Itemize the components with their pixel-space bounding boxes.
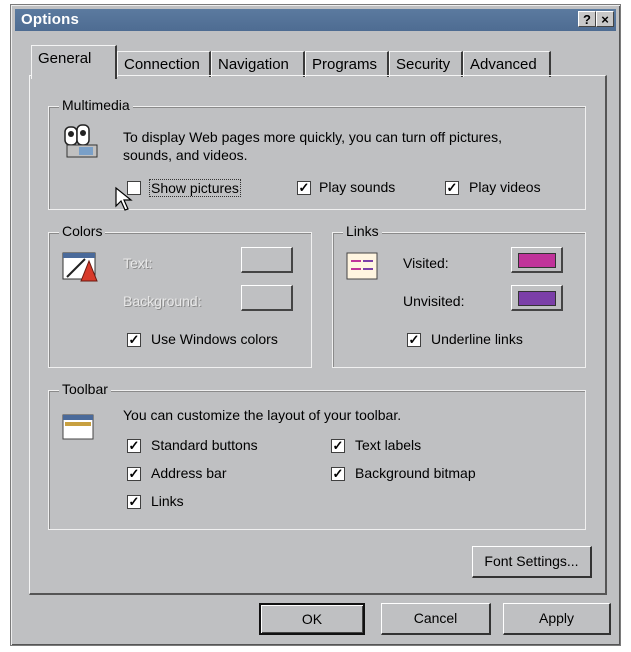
multimedia-icon [64,124,98,158]
toolbar-description: You can customize the layout of your too… [123,407,402,423]
tab-connection[interactable]: Connection [117,51,211,77]
text-labels-label[interactable]: Text labels [355,437,421,453]
links-group-label: Links [343,223,382,239]
underline-links-label[interactable]: Underline links [431,331,523,347]
visited-label: Visited: [403,255,449,271]
links-icon [346,252,378,280]
mouse-pointer-icon [115,186,133,211]
underline-links-checkbox[interactable] [407,333,421,347]
toolbar-group: Toolbar You can customize the layout of … [48,381,586,530]
background-color-label: Background: [123,293,202,309]
links-group: Links Visited: Unvisited: Underline link… [332,223,586,368]
toolbar-group-label: Toolbar [59,381,111,397]
apply-button[interactable]: Apply [503,603,611,635]
multimedia-description-line2: sounds, and videos. [123,147,248,163]
play-sounds-checkbox[interactable] [297,181,311,195]
play-videos-label[interactable]: Play videos [469,179,541,195]
colors-group-label: Colors [59,223,106,239]
show-pictures-label[interactable]: Show pictures [149,179,241,197]
font-settings-button[interactable]: Font Settings... [472,546,592,578]
use-windows-colors-label[interactable]: Use Windows colors [151,331,278,347]
close-button[interactable]: × [596,11,614,27]
multimedia-group-label: Multimedia [59,97,133,113]
visited-color-swatch [518,253,556,268]
unvisited-label: Unvisited: [403,293,465,309]
options-dialog: Options ? × General Connection Navigatio… [10,4,621,646]
help-button[interactable]: ? [578,11,596,27]
standard-buttons-checkbox[interactable] [127,439,141,453]
tab-navigation[interactable]: Navigation [211,51,305,77]
toolbar-icon [62,414,94,440]
window-title: Options [21,11,80,28]
colors-icon [62,252,98,282]
colors-group: Colors Text: Background: Use Windows col… [48,223,312,368]
background-color-button [241,285,293,311]
title-bar[interactable]: Options ? × [15,9,616,31]
use-windows-colors-checkbox[interactable] [127,333,141,347]
play-videos-checkbox[interactable] [445,181,459,195]
standard-buttons-label[interactable]: Standard buttons [151,437,258,453]
multimedia-description-line1: To display Web pages more quickly, you c… [123,129,502,145]
links-toolbar-label[interactable]: Links [151,493,184,509]
ok-button[interactable]: OK [259,603,365,635]
text-color-label: Text: [123,255,153,271]
links-toolbar-checkbox[interactable] [127,495,141,509]
unvisited-color-swatch [518,291,556,306]
tab-security[interactable]: Security [389,51,463,77]
unvisited-color-button[interactable] [511,285,563,311]
address-bar-label[interactable]: Address bar [151,465,226,481]
visited-color-button[interactable] [511,247,563,273]
tab-general[interactable]: General [31,45,117,79]
general-tab-panel: Multimedia To display Web pages more qui… [29,75,607,595]
background-bitmap-label[interactable]: Background bitmap [355,465,476,481]
background-bitmap-checkbox[interactable] [331,467,345,481]
cancel-button[interactable]: Cancel [381,603,491,635]
address-bar-checkbox[interactable] [127,467,141,481]
tab-advanced[interactable]: Advanced [463,51,551,77]
tab-programs[interactable]: Programs [305,51,389,77]
text-labels-checkbox[interactable] [331,439,345,453]
play-sounds-label[interactable]: Play sounds [319,179,395,195]
text-color-button [241,247,293,273]
